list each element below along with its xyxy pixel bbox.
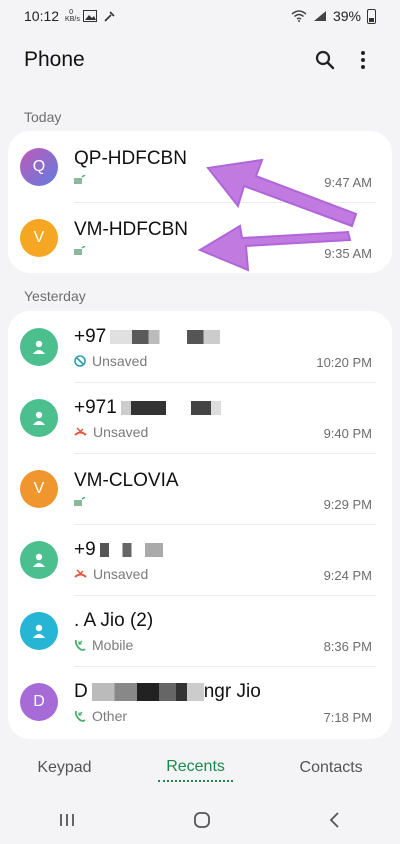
tools-icon (104, 10, 115, 22)
more-options-button[interactable] (346, 43, 380, 77)
search-icon (315, 50, 335, 70)
tab-recents[interactable]: Recents (158, 754, 233, 782)
bottom-tabs: Keypad Recents Contacts (0, 748, 400, 788)
back-button[interactable] (328, 811, 342, 829)
app-header: Phone (0, 38, 400, 82)
avatar: D (20, 682, 58, 721)
battery-icon (367, 8, 376, 24)
call-time: 9:35 AM (324, 246, 372, 261)
gallery-icon (83, 10, 98, 22)
call-time: 9:29 PM (323, 497, 372, 512)
avatar: V (20, 218, 58, 257)
missed-call-icon (74, 426, 87, 436)
page-title: Phone (24, 48, 85, 71)
call-time: 9:47 AM (324, 175, 372, 190)
blocked-icon (74, 354, 86, 367)
list-item[interactable]: V VM-CLOVIA 9:29 PM (8, 453, 392, 524)
search-button[interactable] (308, 43, 342, 77)
avatar (20, 611, 58, 650)
list-item[interactable]: . A Jio (2) Mobile 8:36 PM (8, 595, 392, 666)
incoming-call-icon (74, 710, 86, 722)
avatar: Q (20, 147, 58, 186)
section-today: Today (24, 109, 62, 125)
message-icon (74, 246, 86, 255)
missed-call-icon (74, 568, 87, 578)
more-vertical-icon (361, 51, 365, 69)
contact-name: +97 (74, 325, 316, 349)
person-icon (33, 411, 45, 425)
person-icon (33, 624, 45, 638)
contact-name: D ngr Jio (74, 680, 261, 702)
call-time: 7:18 PM (323, 710, 372, 725)
recent-apps-button[interactable] (58, 812, 76, 828)
person-icon (33, 553, 45, 567)
contact-name: +9 (74, 538, 324, 562)
list-item[interactable]: +97 Unsaved 10:20 PM (8, 311, 392, 382)
battery-percent: 39% (332, 8, 361, 24)
tab-contacts[interactable]: Contacts (292, 755, 371, 781)
signal-icon (313, 11, 326, 21)
status-time: 10:12 (24, 8, 60, 24)
redacted-number (99, 542, 190, 557)
avatar (20, 540, 58, 579)
contact-name: QP-HDFCBN (74, 148, 187, 169)
call-time: 10:20 PM (316, 355, 372, 370)
section-yesterday: Yesterday (24, 288, 86, 304)
list-item[interactable]: Q QP-HDFCBN 9:47 AM (8, 131, 392, 202)
status-bar: 10:12 0 KB/s 39% (0, 0, 400, 32)
list-item[interactable]: +9 Unsaved 9:24 PM (8, 524, 392, 595)
contact-name: . A Jio (2) (74, 609, 154, 631)
person-icon (33, 340, 45, 354)
redacted-name (91, 682, 204, 701)
home-button[interactable] (193, 811, 211, 829)
contact-name: VM-CLOVIA (74, 470, 179, 491)
avatar (20, 327, 58, 366)
list-item[interactable]: +971 Unsaved 9:40 PM (8, 382, 392, 453)
avatar (20, 398, 58, 437)
call-time: 9:24 PM (323, 568, 372, 583)
redacted-number (110, 329, 221, 344)
avatar: V (20, 469, 58, 508)
incoming-call-icon (74, 639, 86, 651)
list-item[interactable]: V VM-HDFCBN 9:35 AM (8, 202, 392, 273)
contact-name: +971 (74, 396, 324, 420)
message-icon (74, 175, 86, 184)
redacted-number (120, 400, 221, 415)
list-item[interactable]: D D ngr Jio Other 7:18 PM (8, 666, 392, 737)
call-time: 8:36 PM (323, 639, 372, 654)
message-icon (74, 497, 86, 506)
today-list: Q QP-HDFCBN 9:47 AM V VM-HDFCBN 9:35 AM (8, 131, 392, 273)
network-speed: 0 KB/s (65, 9, 80, 23)
call-time: 9:40 PM (323, 426, 372, 441)
wifi-icon (291, 10, 307, 22)
tab-keypad[interactable]: Keypad (29, 755, 99, 781)
system-navbar (0, 796, 400, 844)
contact-name: VM-HDFCBN (74, 219, 188, 240)
yesterday-list: +97 Unsaved 10:20 PM +971 Unsaved 9:40 P… (8, 311, 392, 739)
